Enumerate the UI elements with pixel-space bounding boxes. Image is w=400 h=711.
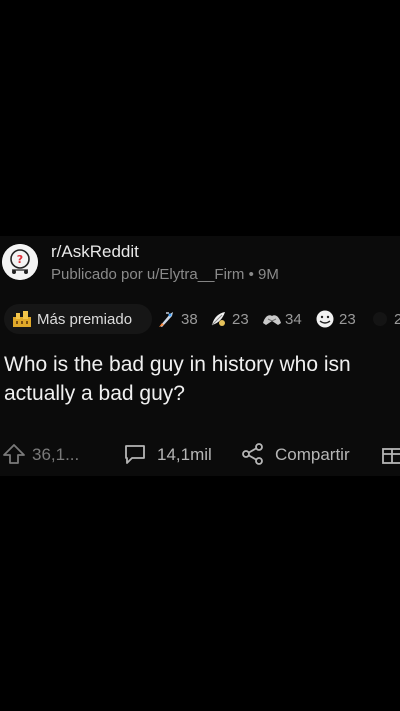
share-icon (241, 443, 265, 470)
upvote-arrow-icon (2, 443, 26, 470)
post-header: ? r/AskReddit Publicado por u/Elytra__Fi… (0, 236, 400, 290)
share-label: Compartir (275, 445, 350, 464)
award-count: 2 (394, 311, 400, 328)
post-byline: Publicado por u/Elytra__Firm • 9M (51, 266, 279, 283)
award-count: 23 (339, 311, 356, 328)
post-title[interactable]: Who is the bad guy in history who isn ac… (4, 350, 400, 408)
top-awarded-label: Más premiado (37, 311, 133, 328)
award-icon (370, 309, 390, 334)
feather-award-icon (208, 309, 228, 334)
screen: ? r/AskReddit Publicado por u/Elytra__Fi… (0, 0, 400, 711)
gift-icon (381, 443, 400, 470)
comments-count: 14,1mil (157, 445, 212, 464)
top-awarded-badge[interactable]: Más premiado (4, 304, 152, 334)
subreddit-avatar-icon[interactable]: ? (2, 244, 38, 280)
action-bar: 36,1... 14,1mil Compartir (0, 436, 400, 472)
award-count: 34 (285, 311, 302, 328)
face-award-icon (315, 309, 335, 334)
rocket-award-icon (157, 309, 177, 334)
award-count: 23 (232, 311, 249, 328)
award-count: 38 (181, 311, 198, 328)
comment-bubble-icon (123, 443, 147, 470)
subreddit-name[interactable]: r/AskReddit (51, 242, 139, 262)
hands-award-icon (261, 309, 283, 334)
upvote-count: 36,1... (32, 445, 80, 464)
post-card[interactable]: ? r/AskReddit Publicado por u/Elytra__Fi… (0, 236, 400, 476)
building-award-icon (12, 310, 32, 333)
svg-text:?: ? (17, 253, 23, 266)
post-title-line: Who is the bad guy in history who isn (4, 353, 351, 376)
post-title-line: actually a bad guy? (4, 382, 185, 405)
awards-bar[interactable]: Más premiado 38 23 34 23 2 (0, 302, 400, 336)
